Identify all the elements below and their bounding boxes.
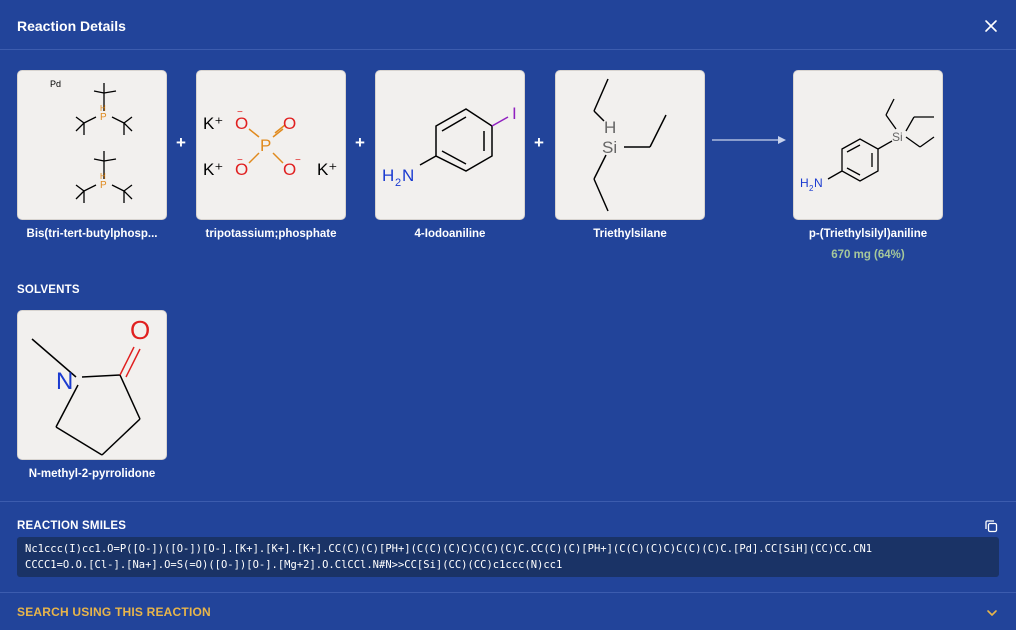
reactant-name: tripotassium;phosphate xyxy=(205,228,337,240)
svg-text:−: − xyxy=(295,155,301,166)
svg-text:H: H xyxy=(382,166,394,185)
svg-text:I: I xyxy=(512,104,517,123)
svg-text:N: N xyxy=(56,368,73,395)
divider xyxy=(0,501,1016,502)
plus-sign: + xyxy=(534,133,544,152)
svg-text:Pd: Pd xyxy=(50,79,61,89)
svg-text:K⁺: K⁺ xyxy=(203,160,223,179)
bis-tri-tert-butylphosphine-palladium-structure[interactable]: Pd H P H P xyxy=(17,70,167,220)
svg-text:−: − xyxy=(237,107,243,118)
search-reaction-toggle[interactable]: SEARCH USING THIS REACTION xyxy=(17,605,211,619)
svg-text:2: 2 xyxy=(395,177,401,189)
triethylsilane-structure[interactable]: H Si xyxy=(555,70,705,220)
reactant-name: Bis(tri-tert-butylphosp... xyxy=(26,228,158,240)
svg-text:P: P xyxy=(100,180,107,191)
plus-sign: + xyxy=(355,133,365,152)
copy-icon[interactable] xyxy=(984,519,999,534)
dialog-title: Reaction Details xyxy=(17,18,126,34)
close-icon[interactable] xyxy=(982,17,1000,35)
svg-text:N: N xyxy=(402,166,414,185)
4-iodoaniline-structure[interactable]: I H 2 N xyxy=(375,70,525,220)
dialog-header: Reaction Details xyxy=(0,0,1016,50)
svg-text:N: N xyxy=(814,176,823,190)
reaction-arrow xyxy=(712,136,786,144)
product-name: p-(Triethylsilyl)aniline xyxy=(808,228,928,240)
svg-text:P: P xyxy=(260,136,271,155)
svg-text:H: H xyxy=(800,176,809,190)
solvent-name: N-methyl-2-pyrrolidone xyxy=(28,468,156,480)
tripotassium-phosphate-structure[interactable]: K⁺ K⁺ K⁺ P O − O O − O − xyxy=(196,70,346,220)
svg-text:K⁺: K⁺ xyxy=(203,114,223,133)
smiles-text[interactable]: Nc1ccc(I)cc1.O=P([O-])([O-])[O-].[K+].[K… xyxy=(17,537,999,577)
n-methyl-2-pyrrolidone-structure[interactable]: N O xyxy=(17,310,167,460)
chevron-down-icon[interactable] xyxy=(985,606,999,620)
svg-text:K⁺: K⁺ xyxy=(317,160,337,179)
reactant-name: Triethylsilane xyxy=(593,228,667,240)
svg-text:O: O xyxy=(130,315,150,345)
reactant-name: 4-Iodoaniline xyxy=(414,228,486,240)
plus-sign: + xyxy=(176,133,186,152)
svg-text:P: P xyxy=(100,112,107,123)
solvents-label: SOLVENTS xyxy=(17,284,80,296)
p-triethylsilyl-aniline-structure[interactable]: Si H 2 N xyxy=(793,70,943,220)
svg-text:H: H xyxy=(604,118,616,137)
smiles-label: REACTION SMILES xyxy=(17,520,127,532)
svg-text:Si: Si xyxy=(602,138,617,157)
svg-text:O: O xyxy=(283,114,296,133)
svg-text:−: − xyxy=(237,155,243,166)
product-yield: 670 mg (64%) xyxy=(831,249,905,261)
svg-text:Si: Si xyxy=(892,130,903,144)
divider xyxy=(0,592,1016,593)
